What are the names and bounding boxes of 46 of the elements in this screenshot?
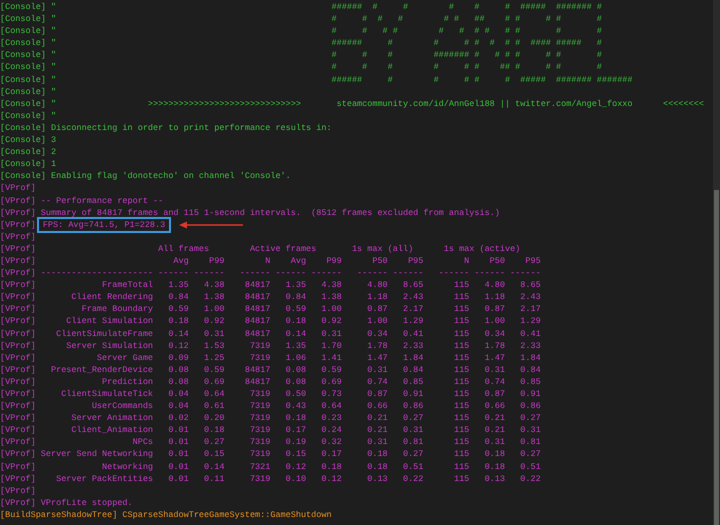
log-line: [VProf] Frame Boundary 0.59 1.00 84817 0.59 1.00 0.87 2.17 115 0.87 2.17 [0,303,542,316]
log-line: [Console] Disconnecting in order to print performance results in: [0,122,333,134]
annotation-arrow [179,220,244,229]
log-line: [VProf] Server Animation 0.02 0.20 7319 0.18 0.23 0.21 0.27 115 0.21 0.27 [0,412,542,424]
log-line: [VProf] Client Simulation 0.18 0.92 84817 0.18 0.92 1.00 1.29 115 1.00 1.29 [0,315,542,328]
log-line: [VProf] Prediction 0.08 0.69 84817 0.08 0.69 0.74 0.85 115 0.74 0.85 [0,376,542,388]
log-line: [Console] " # # # ####### # # # # # # # [0,49,603,62]
log-line: [BuildSparseShadowTree] CSparseShadowTreeGameSystem::GameShutdown [0,508,333,522]
log-line: [VProf] ClientSimulateFrame 0.14 0.31 84817 0.14 0.31 0.34 0.41 115 0.34 0.41 [0,328,542,340]
log-line: [Console] 3 [0,134,58,146]
log-line: [VProf] ClientSimulateTick 0.04 0.64 7319 0.50 0.73 0.87 0.91 115 0.87 0.91 [0,388,542,400]
log-line: [VProf] Networking 0.01 0.14 7321 0.12 0.18 0.18 0.51 115 0.18 0.51 [0,460,542,473]
log-line: [VProf] [0,484,37,497]
scrollbar[interactable] [713,0,720,525]
log-line: [VProf] [0,230,37,243]
scrollbar-thumb[interactable] [714,190,719,525]
log-line: [Console] " [0,110,58,122]
log-line: [VProf] UserCommands 0.04 0.61 7319 0.43 0.64 0.66 0.86 115 0.66 0.86 [0,400,542,412]
log-line: [VProf] ---------------------- ------ ------ ------ ------ ------ ------ ------ ------ ------ ------ [0,267,542,280]
log-line: [VProf] Client_Animation 0.01 0.18 7319 0.17 0.24 0.21 0.31 115 0.21 0.31 [0,424,542,436]
log-line: [VProf] Server Simulation 0.12 1.53 7319 1.35 1.70 1.78 2.33 115 1.78 2.33 [0,340,542,352]
log-line: [Console] Enabling flag 'donotecho' on channel 'Console'. [0,170,292,182]
log-line: [Console] " [0,86,58,98]
log-line: [VProf] Server Send Networking 0.01 0.15 7319 0.15 0.17 0.18 0.27 115 0.18 0.27 [0,448,542,461]
log-line: [VProf] NPCs 0.01 0.27 7319 0.19 0.32 0.31 0.81 115 0.31 0.81 [0,436,542,448]
log-line: [VProf] Server Game 0.09 1.25 7319 1.06 1.41 1.47 1.84 115 1.47 1.84 [0,352,542,364]
log-line: [VProf] Client Rendering 0.84 1.38 84817 0.84 1.38 1.18 2.43 115 1.18 2.43 [0,291,542,304]
log-line: [Console] 2 [0,146,58,158]
log-line: [VProf] VProfLite stopped. [0,496,134,509]
log-line: [Console] " # # # # # # ## # # # # [0,61,603,74]
log-line: [Console] " # # # # # # ## # # # # # [0,13,603,26]
log-line: [Console] " # # # # # # # # # # # # [0,25,603,38]
log-line: [VProf] Present_RenderDevice 0.08 0.59 84817 0.08 0.59 0.31 0.84 115 0.31 0.84 [0,364,542,376]
log-line: [VProf] [0,182,37,194]
log-line: [Console] " ###### # # # # # # # #### ##### # [0,37,603,50]
log-line: [VProf] FrameTotal 1.35 4.38 84817 1.35 4.38 4.80 8.65 115 4.80 8.65 [0,279,542,292]
log-line: [VProf] All frames Active frames 1s max (all) 1s max (active) [0,242,522,255]
log-line: [Console] 1 [0,158,58,170]
log-line: [VProf] Avg P99 N Avg P99 P50 P95 N P50 P95 [0,254,542,268]
log-line: [Console] " >>>>>>>>>>>>>>>>>>>>>>>>>>>>>> steamcommunity.com/id/AnnGel188 || twitter.com/Angel_foxxo <<<<<<<< [0,98,705,110]
log-line: [Console] " ###### # # # # # ##### ####### ####### [0,74,634,86]
log-line: [Console] " ###### # # # # # ##### ####### # [0,1,603,14]
highlight-box: FPS: Avg=741.5, P1=228.3 [36,216,172,233]
log-line: [VProf] Server PackEntities 0.01 0.11 7319 0.10 0.12 0.13 0.22 115 0.13 0.22 [0,472,542,485]
log-line: [VProf] -- Performance report -- [0,194,164,207]
log-line: [VProf] Summary of 84817 frames and 115 1-second intervals. (8512 frames excluded from analysis.) [0,206,501,219]
